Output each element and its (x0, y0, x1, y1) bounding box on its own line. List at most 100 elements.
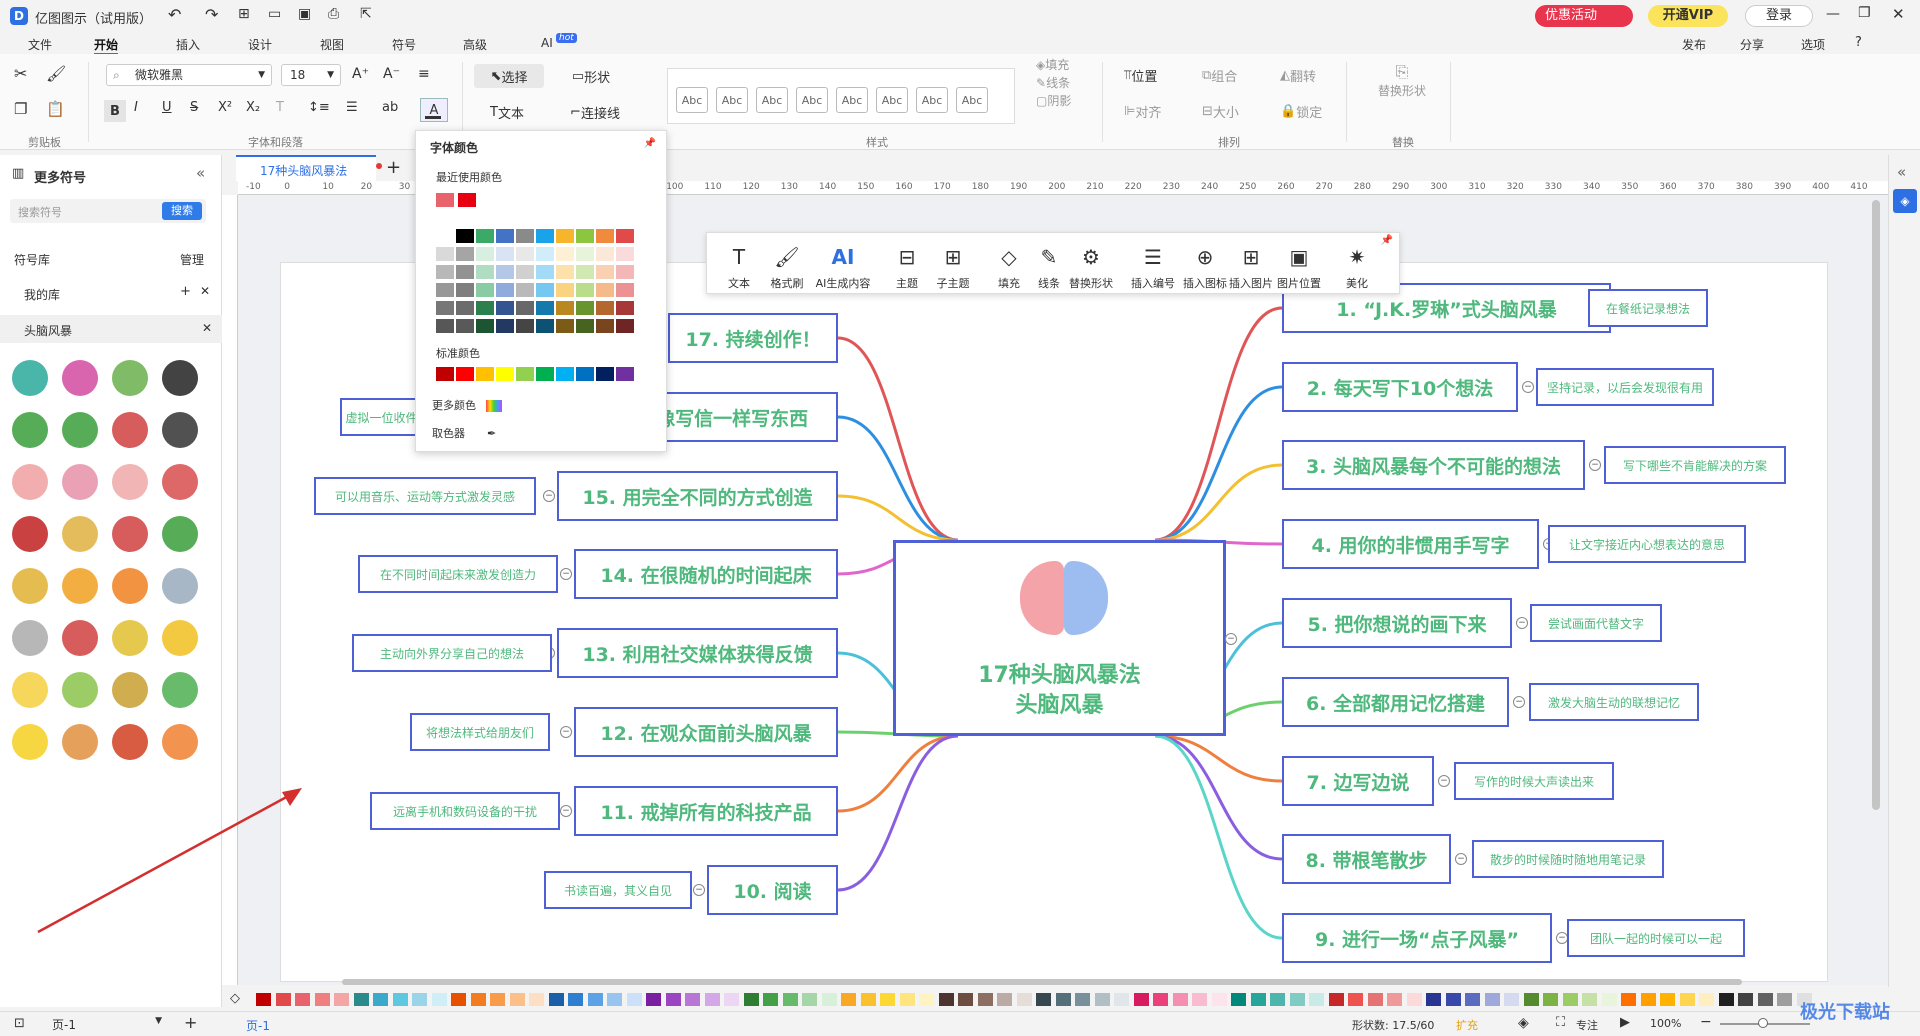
float-toolbar-button[interactable]: ⊞ 子主题 (931, 237, 975, 291)
palette-color-swatch[interactable] (958, 993, 973, 1006)
symbol-thumbnail-icon[interactable] (12, 620, 48, 656)
theme-color-swatch[interactable] (596, 283, 614, 297)
palette-color-swatch[interactable] (1231, 993, 1246, 1006)
palette-color-swatch[interactable] (1133, 993, 1149, 1006)
topic-right-8[interactable]: 8. 带根笔散步 (1282, 834, 1451, 884)
float-toolbar-button[interactable]: ▣ 图片位置 (1277, 237, 1321, 291)
topic-note[interactable]: 将想法样式给朋友们 (410, 713, 550, 751)
font-size-select[interactable]: 18 ▼ (281, 64, 341, 86)
center-topic[interactable]: 17种头脑风暴法 头脑风暴 (893, 540, 1226, 736)
theme-color-swatch[interactable] (536, 283, 554, 297)
theme-color-swatch[interactable] (556, 229, 574, 243)
collapse-icon[interactable]: − (560, 568, 572, 580)
palette-color-swatch[interactable] (1192, 993, 1207, 1006)
palette-color-swatch[interactable] (1426, 993, 1441, 1006)
redo-icon[interactable]: ↷ (205, 5, 218, 24)
collapse-icon[interactable]: − (1522, 381, 1534, 393)
symbol-thumbnail-icon[interactable] (162, 412, 198, 448)
more-colors-button[interactable]: 更多颜色 (432, 397, 502, 413)
theme-color-swatch[interactable] (596, 319, 614, 333)
collapse-panel-icon[interactable]: « (196, 164, 205, 182)
theme-color-swatch[interactable] (596, 265, 614, 279)
line-button[interactable]: ✎ 线条 (1036, 74, 1070, 91)
symbol-thumbnail-icon[interactable] (62, 464, 98, 500)
palette-color-swatch[interactable] (490, 993, 505, 1006)
bullets-icon[interactable]: ☰ (346, 100, 358, 115)
theme-color-swatch[interactable] (616, 265, 634, 279)
symbol-thumbnail-icon[interactable] (112, 464, 148, 500)
symbol-thumbnail-icon[interactable] (62, 412, 98, 448)
palette-color-swatch[interactable] (880, 993, 895, 1006)
palette-color-swatch[interactable] (1718, 993, 1734, 1006)
theme-color-swatch[interactable] (596, 301, 614, 315)
symbol-thumbnail-icon[interactable] (112, 620, 148, 656)
theme-color-swatch[interactable] (496, 229, 514, 243)
font-name-select[interactable]: ⌕ 微软雅黑 ▼ (106, 64, 272, 86)
palette-color-swatch[interactable] (1523, 993, 1539, 1006)
highlight-icon[interactable]: ab (382, 100, 398, 115)
collapse-icon[interactable]: − (1589, 459, 1601, 471)
undo-icon[interactable]: ↶ (168, 5, 181, 24)
theme-color-swatch[interactable] (596, 229, 614, 243)
login-button[interactable]: 登录 (1745, 5, 1813, 27)
palette-color-swatch[interactable] (1562, 993, 1578, 1006)
palette-color-swatch[interactable] (548, 993, 564, 1006)
palette-color-swatch[interactable] (1640, 993, 1656, 1006)
expand-label[interactable]: 扩充 (1456, 1017, 1478, 1033)
menu-view[interactable]: 视图 (320, 36, 344, 53)
menu-file[interactable]: 文件 (28, 36, 52, 53)
symbol-thumbnail-icon[interactable] (162, 360, 198, 396)
palette-color-swatch[interactable] (1250, 993, 1266, 1006)
fill-button[interactable]: ◈ 填充 (1036, 56, 1069, 73)
palette-color-swatch[interactable] (1309, 993, 1324, 1006)
palette-color-swatch[interactable] (1699, 993, 1714, 1006)
palette-color-swatch[interactable] (568, 993, 583, 1006)
add-tab-icon[interactable]: + (386, 157, 401, 178)
theme-color-swatch[interactable] (556, 301, 574, 315)
style-sample[interactable]: Abc (796, 87, 828, 113)
symbol-thumbnail-icon[interactable] (162, 620, 198, 656)
italic-button[interactable]: I (134, 100, 138, 115)
collapse-icon[interactable]: − (693, 884, 705, 896)
close-library-icon[interactable]: ✕ (200, 284, 210, 298)
palette-color-swatch[interactable] (665, 993, 681, 1006)
palette-color-swatch[interactable] (1679, 993, 1695, 1006)
palette-color-swatch[interactable] (1016, 993, 1032, 1006)
style-sample[interactable]: Abc (876, 87, 908, 113)
palette-color-swatch[interactable] (607, 993, 622, 1006)
symbol-thumbnail-icon[interactable] (162, 568, 198, 604)
document-tab[interactable]: 17种头脑风暴法 (236, 155, 382, 181)
palette-color-swatch[interactable] (1484, 993, 1500, 1006)
theme-color-swatch[interactable] (556, 265, 574, 279)
palette-color-swatch[interactable] (1582, 993, 1597, 1006)
new-icon[interactable]: ⊞ (238, 6, 250, 22)
size-button[interactable]: ⊟ 大小 (1202, 102, 1239, 121)
theme-color-swatch[interactable] (556, 247, 574, 261)
theme-color-swatch[interactable] (616, 247, 634, 261)
page-select[interactable]: 页-1 ▼ (52, 1016, 162, 1034)
topic-note[interactable]: 坚持记录，以后会发现很有用 (1536, 368, 1714, 406)
theme-color-swatch[interactable] (476, 265, 494, 279)
palette-color-swatch[interactable] (451, 993, 466, 1006)
theme-color-swatch[interactable] (476, 319, 494, 333)
focus-icon[interactable]: ⛶ (1556, 1015, 1565, 1030)
palette-color-swatch[interactable] (392, 993, 408, 1006)
theme-color-swatch[interactable] (516, 229, 534, 243)
palette-color-swatch[interactable] (1504, 993, 1519, 1006)
palette-color-swatch[interactable] (470, 993, 486, 1006)
fill-bucket-icon[interactable]: ◇ (230, 991, 240, 1006)
theme-color-swatch[interactable] (616, 229, 634, 243)
float-toolbar-button[interactable]: ☰ 插入编号 (1131, 237, 1175, 291)
center-collapse-icon[interactable]: − (1225, 633, 1237, 645)
collapse-icon[interactable]: − (1438, 775, 1450, 787)
palette-color-swatch[interactable] (919, 993, 934, 1006)
theme-color-swatch[interactable] (436, 283, 454, 297)
theme-color-swatch[interactable] (536, 319, 554, 333)
palette-color-swatch[interactable] (977, 993, 993, 1006)
palette-color-swatch[interactable] (1738, 993, 1753, 1006)
flip-button[interactable]: ◭ 翻转 (1280, 66, 1316, 85)
style-sample[interactable]: Abc (836, 87, 868, 113)
symbol-thumbnail-icon[interactable] (112, 672, 148, 708)
lock-button[interactable]: 🔒 锁定 (1280, 102, 1322, 121)
shrink-font-icon[interactable]: A⁻ (383, 66, 400, 82)
